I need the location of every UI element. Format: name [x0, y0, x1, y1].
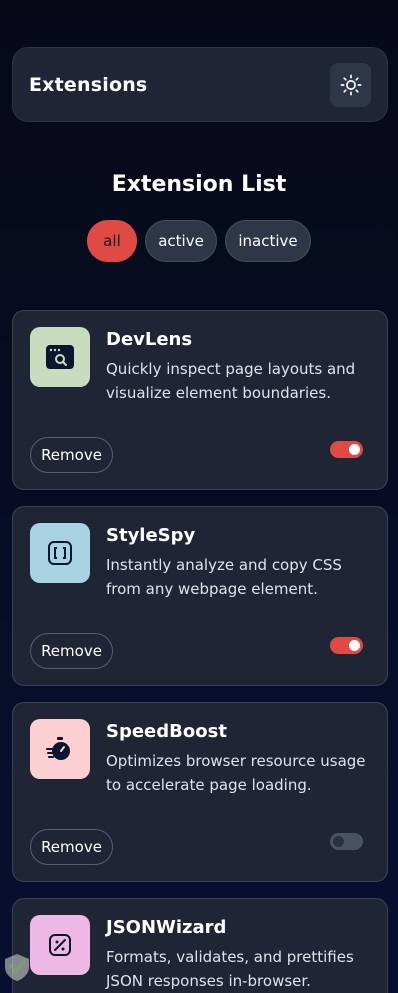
- wand-icon: [49, 934, 71, 956]
- extension-name: StyleSpy: [106, 525, 196, 546]
- watermark-logo-icon: [5, 954, 29, 981]
- extension-icon-devlens: [30, 327, 90, 387]
- toggle-knob: [349, 640, 360, 651]
- stopwatch-icon: [46, 737, 70, 760]
- extension-description: Formats, validates, and prettifies JSON …: [106, 948, 354, 990]
- toggle-knob: [349, 444, 360, 455]
- extension-description: Instantly analyze and copy CSS from any …: [106, 556, 342, 598]
- sun-icon: [340, 74, 361, 96]
- extension-card-stylespy: StyleSpy Instantly analyze and copy CSS …: [12, 506, 388, 686]
- remove-button[interactable]: Remove: [30, 437, 113, 473]
- extension-card-speedboost: SpeedBoost Optimizes browser resource us…: [12, 702, 388, 882]
- extension-description: Optimizes browser resource usage to acce…: [106, 752, 366, 794]
- active-toggle[interactable]: [330, 637, 363, 654]
- brackets-icon: [48, 541, 72, 565]
- filter-tabs: all active inactive: [0, 220, 398, 262]
- extension-icon-jsonwizard: [30, 915, 90, 975]
- active-toggle[interactable]: [330, 441, 363, 458]
- extension-description: Quickly inspect page layouts and visuali…: [106, 360, 356, 402]
- filter-active-button[interactable]: active: [145, 220, 217, 262]
- header: Extensions: [12, 47, 388, 122]
- remove-button[interactable]: Remove: [30, 829, 113, 865]
- theme-toggle-button[interactable]: [330, 63, 371, 107]
- extension-icon-speedboost: [30, 719, 90, 779]
- extension-list-title: Extension List: [111, 172, 287, 197]
- extension-name: DevLens: [106, 329, 193, 350]
- active-toggle[interactable]: [330, 833, 363, 850]
- extension-card-devlens: DevLens Quickly inspect page layouts and…: [12, 310, 388, 490]
- extension-card-jsonwizard: JSONWizard Formats, validates, and prett…: [12, 898, 388, 993]
- remove-button[interactable]: Remove: [30, 633, 113, 669]
- toggle-knob: [333, 836, 344, 847]
- search-window-icon: [46, 345, 74, 369]
- filter-inactive-button[interactable]: inactive: [225, 220, 311, 262]
- extension-name: SpeedBoost: [106, 721, 227, 742]
- extension-name: JSONWizard: [106, 917, 227, 938]
- extension-icon-stylespy: [30, 523, 90, 583]
- app-title: Extensions: [29, 73, 148, 96]
- filter-all-button[interactable]: all: [87, 220, 137, 262]
